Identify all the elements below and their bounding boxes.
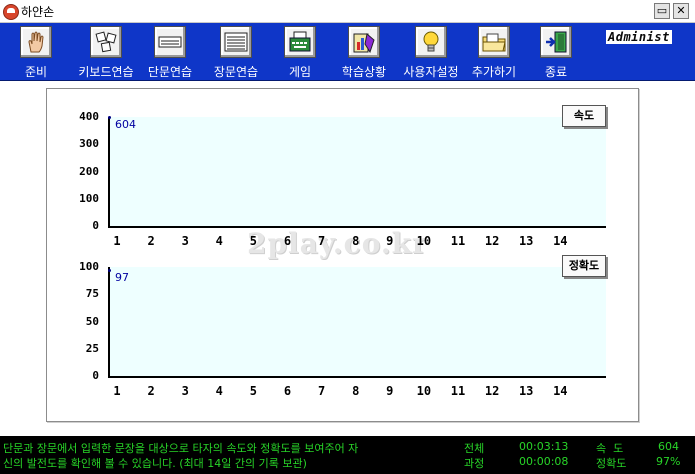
toolbar-label: 학습상황 (341, 65, 387, 79)
toolbar-label: 준비 (24, 65, 48, 79)
title-bar: 하얀손 ▭ ✕ (0, 0, 695, 23)
minimize-button[interactable]: ▭ (654, 3, 670, 19)
speed-y-tick-label: 0 (92, 219, 99, 232)
accuracy-y-tick-label: 75 (85, 287, 99, 301)
toolbar-label: 추가하기 (471, 65, 517, 79)
accuracy-x-tick-label: 1 (113, 384, 121, 398)
speed-y-axis (108, 117, 110, 228)
toolbar-label: 사용자설정 (403, 65, 459, 79)
speed-y-tick-label: 300 (79, 137, 99, 151)
exit-door-icon (540, 26, 572, 58)
toolbar-label: 게임 (288, 65, 312, 79)
speed-x-axis (108, 226, 606, 228)
hand-icon (20, 26, 52, 58)
toolbar-button-user-settings[interactable]: 사용자설정 (398, 23, 464, 80)
app-window: 하얀손 ▭ ✕ 준비 키보드연습 단문연습 장문연습 게임 학습상황 사용자설정… (0, 0, 695, 474)
speed-x-tick-label: 1 (113, 234, 121, 248)
toolbar-label: 키보드연습 (78, 65, 134, 79)
status-bar: 단문과 장문에서 입력한 문장을 대상으로 타자의 속도와 정확도를 보여주어 … (0, 436, 695, 474)
course-time-value: 00:00:08 (519, 455, 569, 468)
toolbar-button-learning-status[interactable]: 학습상황 (334, 23, 394, 80)
accuracy-x-tick-label: 5 (249, 384, 257, 398)
accuracy-y-tick-label: 0 (92, 369, 99, 382)
accuracy-y-tick-label: 100 (79, 260, 99, 273)
accuracy-y-tick-label: 50 (85, 314, 99, 328)
speed-y-tick-label: 200 (79, 164, 99, 178)
toolbar-button-keyboard-practice[interactable]: 키보드연습 (70, 23, 142, 80)
toolbar-label: 장문연습 (213, 65, 259, 79)
accuracy-x-tick-label: 9 (386, 384, 394, 398)
accuracy-y-tick-label: 25 (85, 341, 99, 355)
learning-status-panel: 2play.co.kr 0 100 200 300 400 1 2 3 4 5 6 7 8 9 10 11 12… (46, 88, 639, 422)
keyboard-keys-icon (90, 26, 122, 58)
speed-x-tick-label: 9 (386, 234, 394, 248)
speed-y-tick-label: 100 (79, 191, 99, 205)
speed-x-tick-label: 10 (416, 234, 432, 248)
speed-value: 604 (658, 440, 679, 453)
accuracy-x-axis (108, 376, 606, 378)
accuracy-plot-area (110, 267, 606, 376)
accuracy-y-axis (108, 267, 110, 378)
speed-x-tick-label: 4 (215, 234, 223, 248)
toolbar-label: 단문연습 (147, 65, 193, 79)
speed-x-tick-label: 14 (553, 234, 568, 248)
toolbar-button-short-practice[interactable]: 단문연습 (142, 23, 198, 80)
speed-label: 속 도 (596, 442, 624, 455)
status-message-line1: 단문과 장문에서 입력한 문장을 대상으로 타자의 속도와 정확도를 보여주어 … (3, 442, 359, 455)
speed-data-label: 604 (115, 118, 136, 131)
accuracy-x-tick-label: 11 (450, 384, 466, 398)
speed-x-tick-label: 3 (181, 234, 189, 248)
short-lines-icon (154, 26, 186, 58)
accuracy-x-tick-label: 3 (181, 384, 189, 398)
toolbar-button-exit[interactable]: 종료 (532, 23, 580, 80)
accuracy-x-tick-label: 2 (147, 384, 155, 398)
speed-x-tick-label: 13 (518, 234, 534, 248)
main-toolbar: 준비 키보드연습 단문연습 장문연습 게임 학습상황 사용자설정 추가하기 종료… (0, 23, 695, 81)
accuracy-data-label: 97 (115, 271, 129, 285)
speed-y-tick-label: 400 (79, 110, 99, 123)
speed-legend-box: 속도 (562, 105, 606, 127)
speed-x-tick-label: 2 (147, 234, 155, 248)
toolbar-button-prepare[interactable]: 준비 (6, 23, 66, 80)
close-button[interactable]: ✕ (673, 3, 689, 19)
statistics-icon (348, 26, 380, 58)
accuracy-x-tick-label: 14 (553, 384, 568, 398)
brand-logo: Administ (606, 30, 672, 44)
speed-x-tick-label: 7 (317, 234, 326, 248)
speed-plot-area (110, 117, 606, 226)
toolbar-label: 종료 (544, 65, 568, 79)
accuracy-x-tick-label: 7 (317, 384, 326, 398)
accuracy-label: 정확도 (596, 457, 627, 470)
window-title: 하얀손 (21, 5, 55, 19)
accuracy-x-tick-label: 8 (352, 384, 360, 398)
accuracy-x-tick-label: 6 (283, 384, 292, 398)
folder-icon (478, 26, 510, 58)
speed-x-tick-label: 11 (450, 234, 466, 248)
course-time-label: 과정 (464, 457, 485, 470)
watermark-text: 2play.co.kr (247, 227, 428, 260)
speed-data-point (108, 116, 111, 119)
speed-x-tick-label: 12 (484, 234, 500, 248)
long-lines-icon (220, 26, 252, 58)
speed-x-tick-label: 6 (283, 234, 292, 248)
typewriter-icon (284, 26, 316, 58)
lightbulb-icon (415, 26, 447, 58)
accuracy-value: 97% (656, 455, 681, 468)
accuracy-x-tick-label: 4 (215, 384, 223, 398)
total-time-label: 전체 (464, 442, 485, 455)
accuracy-x-tick-label: 10 (416, 384, 432, 398)
app-logo-icon (3, 4, 19, 20)
toolbar-button-game[interactable]: 게임 (274, 23, 326, 80)
status-message-line2: 신의 발전도를 확인해 볼 수 있습니다. (최대 14일 간의 기록 보관) (3, 457, 307, 470)
accuracy-x-tick-label: 13 (518, 384, 534, 398)
toolbar-button-long-practice[interactable]: 장문연습 (206, 23, 266, 80)
accuracy-x-tick-label: 12 (484, 384, 500, 398)
accuracy-legend-box: 정확도 (562, 255, 606, 277)
total-time-value: 00:03:13 (519, 440, 569, 453)
speed-x-tick-label: 8 (352, 234, 360, 248)
speed-x-tick-label: 5 (249, 234, 257, 248)
toolbar-button-add[interactable]: 추가하기 (464, 23, 524, 80)
